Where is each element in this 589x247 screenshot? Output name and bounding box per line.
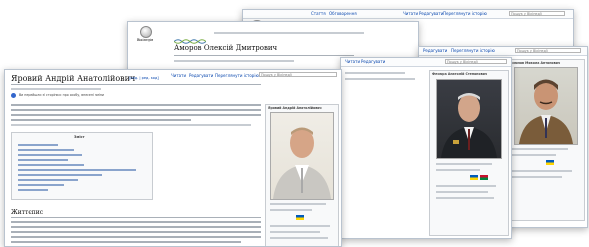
infobox: Фесюра Анатолій Степанович <box>429 70 509 236</box>
tab-history[interactable]: Переглянути історію <box>451 48 495 53</box>
flag-icon <box>470 175 478 180</box>
tab-bar: Редагувати Переглянути історію Пошук у В… <box>419 47 587 56</box>
notice-icon <box>11 93 16 98</box>
table-of-contents: Зміст <box>11 132 153 200</box>
portrait-photo <box>514 67 578 145</box>
flag-icon <box>296 215 304 220</box>
portrait-photo <box>270 112 334 200</box>
search-input[interactable]: Пошук у Вікіпедії <box>445 59 507 64</box>
tab-edit[interactable]: Редагувати <box>189 73 213 78</box>
infobox-title: Яровий Андрій Анатолійович <box>268 106 322 110</box>
tab-edit[interactable]: Редагувати <box>419 11 443 16</box>
section-heading: Життєпис <box>11 209 44 216</box>
tab-edit[interactable]: Редагувати <box>423 48 447 53</box>
portrait-photo <box>436 79 502 159</box>
tab-history[interactable]: Переглянути історію <box>215 73 259 78</box>
notice-text: Ви перейшли зі сторінки: про особу, внес… <box>19 93 105 97</box>
tab-read[interactable]: Читати <box>403 11 418 16</box>
toc-title: Зміст <box>74 135 85 139</box>
infobox-title: Місюмов Микола Антонович <box>508 61 561 65</box>
flag-icon <box>546 160 554 165</box>
search-input[interactable]: Пошук у Вікіпедії <box>509 11 565 16</box>
notice-box: Ви перейшли зі сторінки: про особу, внес… <box>11 93 127 99</box>
infobox: Місюмов Микола Антонович <box>505 59 585 221</box>
wiki-page-card-fesiura: Читати Редагувати Пошук у Вікіпедії Фесю… <box>340 57 512 239</box>
tab-discussion[interactable]: Обговорення <box>329 11 357 16</box>
wikipedia-globe-logo <box>140 26 152 38</box>
tab-history[interactable]: Переглянути історію <box>443 11 487 16</box>
tab-article[interactable]: Стаття <box>311 11 326 16</box>
tab-bar: Читати Редагувати Пошук у Вікіпедії <box>341 58 511 67</box>
tab-edit[interactable]: Редагувати <box>361 59 385 64</box>
page-title: Аморов Олексій Дмитрович <box>174 44 278 52</box>
flag-icon <box>480 175 488 180</box>
infobox-title: Фесюра Анатолій Степанович <box>432 72 488 76</box>
wikipedia-wordmark: Вікіпедія <box>132 26 158 42</box>
wordmark-text: Вікіпедія <box>136 38 154 42</box>
tab-read[interactable]: Читати <box>345 59 360 64</box>
infobox: Яровий Андрій Анатолійович <box>265 104 339 246</box>
tab-bar: Стаття Обговорення Читати Редагувати Пер… <box>243 10 573 19</box>
tab-read[interactable]: Читати <box>171 73 186 78</box>
search-input[interactable]: Пошук у Вікіпедії <box>515 48 581 53</box>
wiki-page-card-yarovyi: Яровий Андрій Анатолійович [ред. | ред. … <box>4 69 342 247</box>
tab-bar: Читати Редагувати Переглянути історію <box>5 70 341 78</box>
dna-banner-icon <box>173 30 207 44</box>
